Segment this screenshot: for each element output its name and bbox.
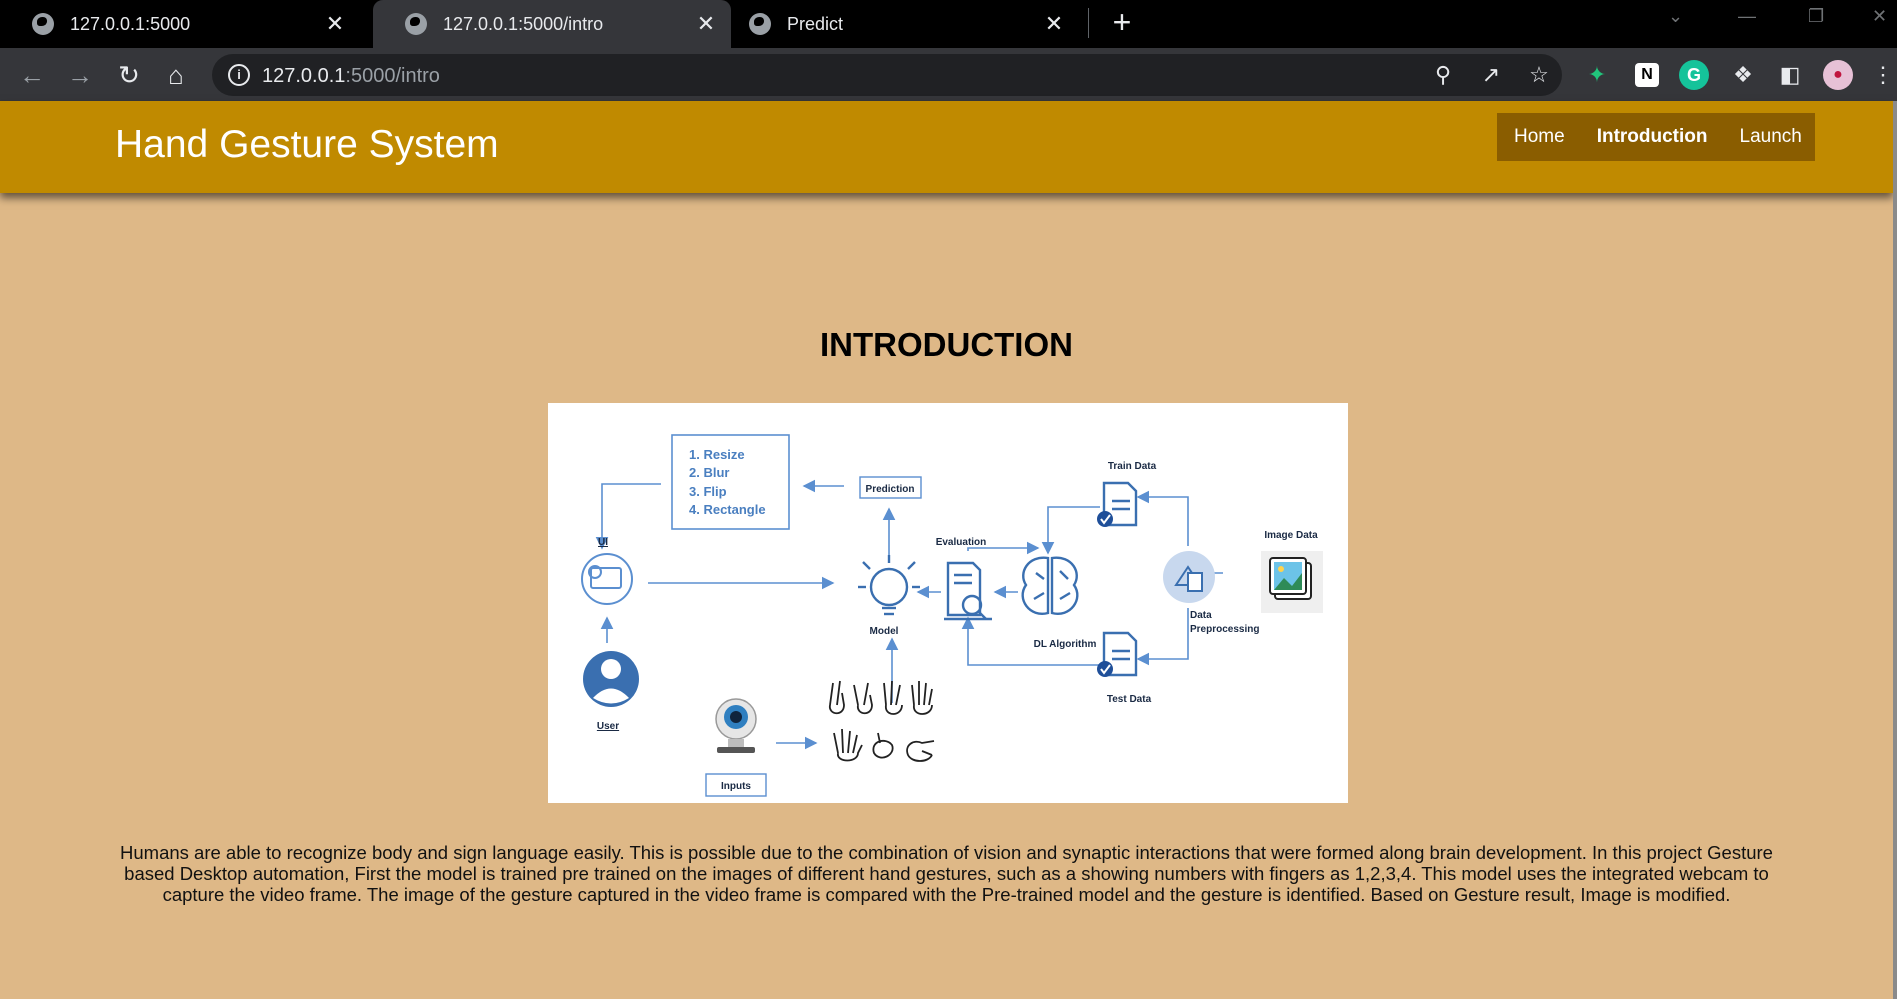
brain-icon <box>1021 556 1079 615</box>
grammarly-icon[interactable]: G <box>1679 60 1709 90</box>
nav-launch[interactable]: Launch <box>1740 126 1802 148</box>
url-path: :5000/intro <box>345 65 440 87</box>
data-preprocessing-label-1: Data <box>1190 610 1212 621</box>
url-host: 127.0.0.1 <box>262 65 346 87</box>
page-title: INTRODUCTION <box>820 326 1073 363</box>
prediction-label: Prediction <box>866 484 915 495</box>
tab-search-icon[interactable]: ⌄ <box>1668 6 1683 27</box>
page-scrollbar[interactable] <box>1893 101 1897 999</box>
back-arrow-icon[interactable]: ← <box>14 57 50 93</box>
reload-icon[interactable]: ↻ <box>111 57 147 93</box>
share-icon[interactable]: ↗ <box>1478 62 1504 88</box>
train-data-label: Train Data <box>1108 461 1157 472</box>
globe-icon <box>405 13 427 35</box>
step-blur: 2. Blur <box>689 465 729 480</box>
browser-tab-intro[interactable]: 127.0.0.1:5000/intro ✕ <box>373 0 731 48</box>
ui-label: UI <box>598 537 608 548</box>
model-bulb-icon <box>858 555 920 616</box>
minimize-icon[interactable]: — <box>1738 6 1756 27</box>
user-label: User <box>597 721 619 732</box>
hand-gestures-icon <box>829 680 935 762</box>
step-flip: 3. Flip <box>689 484 727 499</box>
test-data-label: Test Data <box>1107 694 1152 705</box>
site-info-icon[interactable]: i <box>228 64 250 86</box>
home-icon[interactable]: ⌂ <box>158 57 194 93</box>
globe-icon <box>749 13 771 35</box>
inputs-label: Inputs <box>721 781 751 792</box>
browser-tab-predict[interactable]: Predict ✕ <box>731 0 1079 48</box>
nav-introduction[interactable]: Introduction <box>1597 126 1708 148</box>
webcam-icon <box>715 698 757 753</box>
tab-title: Predict <box>787 13 844 34</box>
brand-title[interactable]: Hand Gesture System <box>115 123 499 167</box>
evaluation-label: Evaluation <box>936 537 987 548</box>
tab-separator <box>1088 8 1089 38</box>
tab-title: 127.0.0.1:5000/intro <box>443 13 604 34</box>
close-icon[interactable]: ✕ <box>691 11 721 37</box>
browser-tab-bar: 127.0.0.1:5000 ✕ 127.0.0.1:5000/intro ✕ … <box>0 0 1897 48</box>
address-bar[interactable]: i 127.0.0.1:5000/intro ⚲ ↗ ☆ <box>212 54 1562 96</box>
main-nav: Home Introduction Launch <box>1497 113 1815 161</box>
window-close-icon[interactable]: ✕ <box>1872 6 1887 27</box>
browser-tab-home[interactable]: 127.0.0.1:5000 ✕ <box>0 0 360 48</box>
zoom-icon[interactable]: ⚲ <box>1430 62 1456 88</box>
description-paragraph: Humans are able to recognize body and si… <box>120 842 1773 905</box>
step-rectangle: 4. Rectangle <box>689 502 766 517</box>
architecture-diagram: 1. Resize 2. Blur 3. Flip 4. Rectangle P… <box>548 403 1348 803</box>
notion-icon[interactable]: N <box>1635 63 1659 87</box>
extensions-puzzle-icon[interactable]: ❖ <box>1728 60 1758 90</box>
browser-toolbar: ← → ↻ ⌂ i 127.0.0.1:5000/intro ⚲ ↗ ☆ ✦ N… <box>0 48 1897 101</box>
restore-icon[interactable]: ❐ <box>1808 6 1824 27</box>
menu-dots-icon[interactable]: ⋮ <box>1872 60 1894 90</box>
model-label: Model <box>870 626 899 637</box>
site-header: Hand Gesture System Home Introduction La… <box>0 101 1893 193</box>
close-icon[interactable]: ✕ <box>1039 11 1069 37</box>
dl-algorithm-label: DL Algorithm <box>1034 639 1097 650</box>
side-panel-icon[interactable]: ◧ <box>1775 60 1805 90</box>
close-icon[interactable]: ✕ <box>320 11 350 37</box>
data-preprocessing-label-2: Preprocessing <box>1190 624 1259 635</box>
evaluation-doc-icon <box>944 561 992 621</box>
globe-icon <box>32 13 54 35</box>
forward-arrow-icon[interactable]: → <box>62 57 98 93</box>
extension-bird-icon[interactable]: ✦ <box>1582 60 1612 90</box>
bookmark-star-icon[interactable]: ☆ <box>1526 62 1552 88</box>
nav-home[interactable]: Home <box>1514 126 1565 148</box>
tab-title: 127.0.0.1:5000 <box>70 13 191 34</box>
page: Hand Gesture System Home Introduction La… <box>0 101 1893 999</box>
new-tab-button[interactable]: + <box>1104 4 1140 40</box>
step-resize: 1. Resize <box>689 447 745 462</box>
url-text: 127.0.0.1:5000/intro <box>262 65 440 88</box>
avatar[interactable]: ● <box>1823 60 1853 90</box>
image-data-label: Image Data <box>1264 530 1318 541</box>
